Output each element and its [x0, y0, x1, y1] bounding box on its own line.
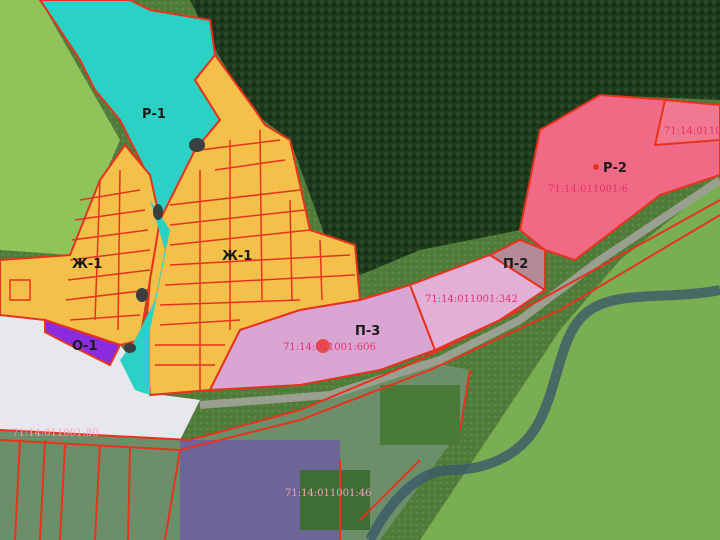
parcel-label-606: 71:14:011001:606: [283, 342, 376, 353]
zone-label-r2: Р-2: [603, 161, 627, 176]
green-plot-1: [380, 385, 460, 445]
zone-label-p3: П-3: [355, 324, 380, 339]
zone-label-j1-west: Ж-1: [72, 257, 102, 272]
pond-marker-1: [189, 138, 205, 152]
parcel-label-342: 71:14:011001:342: [425, 294, 518, 305]
pond-marker-4: [124, 343, 136, 353]
map-canvas[interactable]: Р-1 Ж-1 Ж-1 О-1 П-3 П-2 Р-2 71:14:011001…: [0, 0, 720, 540]
green-plot-2: [300, 470, 370, 530]
pond-marker-2: [153, 204, 163, 220]
cadastral-map[interactable]: Р-1 Ж-1 Ж-1 О-1 П-3 П-2 Р-2 71:14:011001…: [0, 0, 720, 540]
zone-label-j1-east: Ж-1: [222, 249, 252, 264]
pond-marker-3: [136, 288, 148, 302]
parcel-dot-6[interactable]: [593, 164, 599, 170]
zone-label-o1: О-1: [72, 339, 98, 354]
zone-label-r1: Р-1: [142, 107, 166, 122]
parcel-label-80: 71:14:011001:80: [12, 428, 98, 439]
parcel-label-east: 71:14:01100: [664, 126, 720, 137]
zone-r2-east[interactable]: [653, 98, 720, 147]
zone-label-p2: П-2: [503, 257, 528, 272]
parcel-label-6: 71:14:011001:6: [548, 184, 628, 195]
parcel-label-46: 71:14:011001:46: [285, 488, 371, 499]
